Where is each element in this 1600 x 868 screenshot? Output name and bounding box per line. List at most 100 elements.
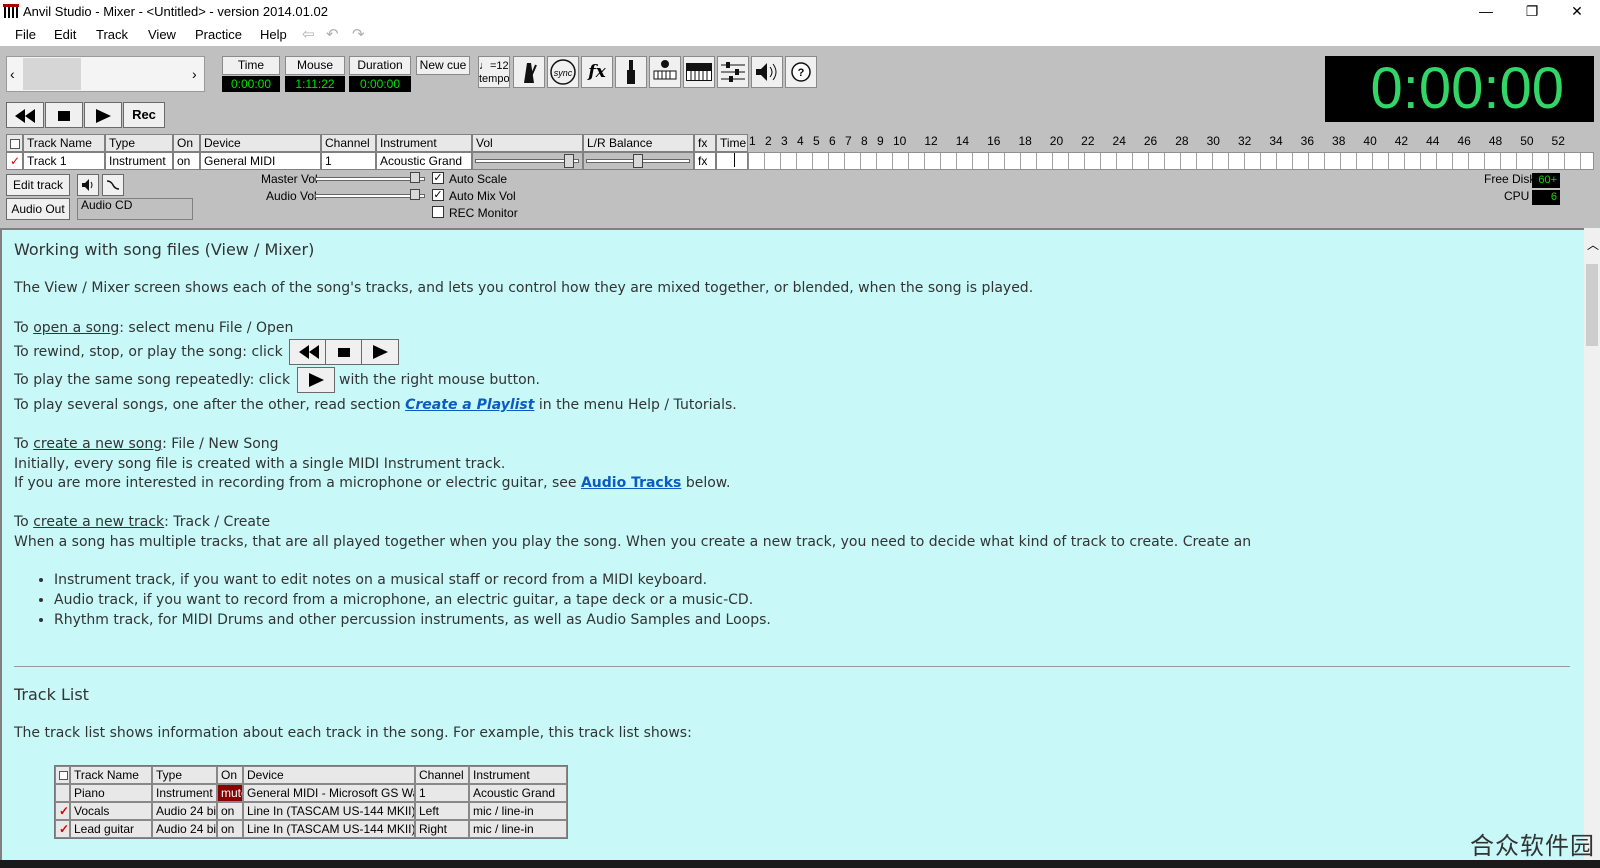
measure-tick-label: 6: [829, 134, 836, 148]
menu-file[interactable]: File: [15, 27, 36, 42]
measure-tick-label: 46: [1457, 134, 1471, 148]
menu-practice[interactable]: Practice: [195, 27, 242, 42]
track-1-device[interactable]: General MIDI: [200, 152, 321, 170]
menu-edit[interactable]: Edit: [54, 27, 76, 42]
piano-keyboard-icon[interactable]: [683, 56, 715, 88]
rec-monitor-checkbox[interactable]: [432, 206, 444, 218]
menu-view[interactable]: View: [148, 27, 176, 42]
menu-track[interactable]: Track: [96, 27, 128, 42]
help-intro: The View / Mixer screen shows each of th…: [14, 280, 1034, 296]
close-button[interactable]: ✕: [1554, 0, 1600, 24]
col-fx[interactable]: fx: [694, 134, 716, 152]
measure-tick-label: 9: [877, 134, 884, 148]
rec-button[interactable]: Rec: [123, 102, 165, 128]
undo-icon[interactable]: ↶: [326, 25, 339, 43]
col-time[interactable]: Time: [716, 134, 748, 152]
help-heading-track-list: Track List: [14, 685, 89, 704]
col-vol[interactable]: Vol: [472, 134, 583, 152]
back-arrow-icon[interactable]: ⇦: [302, 25, 315, 43]
track-1-balance-slider[interactable]: [583, 152, 694, 170]
table-cell: Instrument: [152, 784, 217, 802]
scroll-left-icon[interactable]: ‹: [10, 66, 15, 82]
metronome-icon[interactable]: [513, 56, 545, 88]
master-vol-slider[interactable]: [315, 177, 425, 181]
track-1-checkbox[interactable]: ✓: [6, 152, 23, 170]
play-icon: [96, 109, 111, 123]
auto-scale-checkbox[interactable]: ✓: [432, 172, 444, 184]
audio-out-button[interactable]: Audio Out: [6, 198, 70, 220]
track-1-type[interactable]: Instrument: [105, 152, 173, 170]
example-col-device: Device: [243, 766, 415, 784]
measure-cells[interactable]: [748, 152, 1594, 170]
tempo-label: tempo: [479, 73, 510, 85]
col-device[interactable]: Device: [200, 134, 321, 152]
track-1-vol-slider[interactable]: [472, 152, 583, 170]
edit-track-button[interactable]: Edit track: [6, 174, 70, 196]
mouse-label: Mouse: [285, 56, 345, 75]
guitar-jack-icon[interactable]: [615, 56, 647, 88]
auto-mix-vol-checkbox[interactable]: ✓: [432, 189, 444, 201]
audio-tracks-link[interactable]: Audio Tracks: [581, 475, 681, 491]
col-lr-balance[interactable]: L/R Balance: [583, 134, 694, 152]
help-pane[interactable]: Working with song files (View / Mixer) T…: [0, 228, 1584, 860]
col-channel[interactable]: Channel: [321, 134, 376, 152]
measure-tick-label: 32: [1237, 134, 1252, 148]
speaker-mic-icon[interactable]: [751, 56, 783, 88]
help-heading-working: Working with song files (View / Mixer): [14, 240, 315, 259]
table-cell: Left: [415, 802, 469, 820]
col-on[interactable]: On: [173, 134, 200, 152]
tempo-button[interactable]: ♩=120 tempo: [478, 56, 510, 88]
table-cell: 1: [415, 784, 469, 802]
tempo-value: ♩=120: [479, 60, 509, 72]
minimize-button[interactable]: —: [1463, 0, 1509, 24]
example-row-check: ✓: [55, 802, 70, 820]
song-position-scroller[interactable]: ‹ ›: [6, 56, 205, 92]
example-row-check: ✓: [55, 820, 70, 838]
audio-vol-slider[interactable]: [315, 194, 425, 198]
stop-button[interactable]: [45, 102, 83, 128]
scroll-right-icon[interactable]: ›: [192, 66, 197, 82]
measure-tick-label: 44: [1426, 134, 1440, 148]
example-row-check: [55, 784, 70, 802]
sync-icon[interactable]: sync: [547, 56, 579, 88]
track-1-name[interactable]: Track 1: [23, 152, 105, 170]
track-1-channel[interactable]: 1: [321, 152, 376, 170]
table-cell: on: [217, 802, 243, 820]
track-1-instrument[interactable]: Acoustic Grand: [376, 152, 472, 170]
rec-monitor-label: REC Monitor: [449, 206, 518, 220]
col-track-name[interactable]: Track Name: [23, 134, 105, 152]
track-1-fx[interactable]: fx: [694, 152, 716, 170]
col-type[interactable]: Type: [105, 134, 173, 152]
example-col-type: Type: [152, 766, 217, 784]
audio-out-value[interactable]: Audio CD: [77, 198, 193, 220]
col-instrument[interactable]: Instrument: [376, 134, 472, 152]
audio-vol-thumb[interactable]: [410, 189, 420, 200]
track-1-vol-thumb[interactable]: [564, 154, 575, 168]
rewind-button[interactable]: [6, 102, 44, 128]
redo-icon[interactable]: ↷: [352, 25, 365, 43]
rewind-icon: [15, 109, 35, 123]
play-button[interactable]: [84, 102, 122, 128]
keyboard-player-icon[interactable]: [649, 56, 681, 88]
mixer-controls: Edit track Audio Out Audio CD Master Vol…: [0, 172, 1600, 228]
track-1-on[interactable]: on: [173, 152, 200, 170]
create-playlist-link[interactable]: Create a Playlist: [405, 397, 534, 413]
master-vol-thumb[interactable]: [410, 172, 420, 183]
new-cue-button[interactable]: New cue: [416, 56, 470, 75]
scroller-thumb[interactable]: [23, 58, 81, 90]
help-vertical-scrollbar[interactable]: ︿: [1584, 228, 1600, 860]
select-all-checkbox[interactable]: [6, 134, 23, 152]
fx-icon[interactable]: fx: [581, 56, 613, 88]
track-1-balance-thumb[interactable]: [633, 154, 643, 168]
audio-vol-label: Audio Vol: [266, 189, 317, 203]
help-question-icon[interactable]: ?: [785, 56, 817, 88]
measure-ruler[interactable]: 1 2 3 4 5 6 7 8 9 10 12 14 16 18 20 22 24 26 28 30 32 34 36 38 4…: [748, 134, 1594, 170]
speaker-icon[interactable]: [77, 174, 99, 196]
maximize-button[interactable]: ❐: [1509, 0, 1555, 24]
wave-icon[interactable]: [102, 174, 124, 196]
mixer-faders-icon[interactable]: [717, 56, 749, 88]
menu-help[interactable]: Help: [260, 27, 287, 42]
measure-tick-label: 28: [1175, 134, 1189, 148]
scroll-up-icon[interactable]: ︿: [1587, 236, 1599, 253]
help-scroll-thumb[interactable]: [1586, 264, 1598, 346]
